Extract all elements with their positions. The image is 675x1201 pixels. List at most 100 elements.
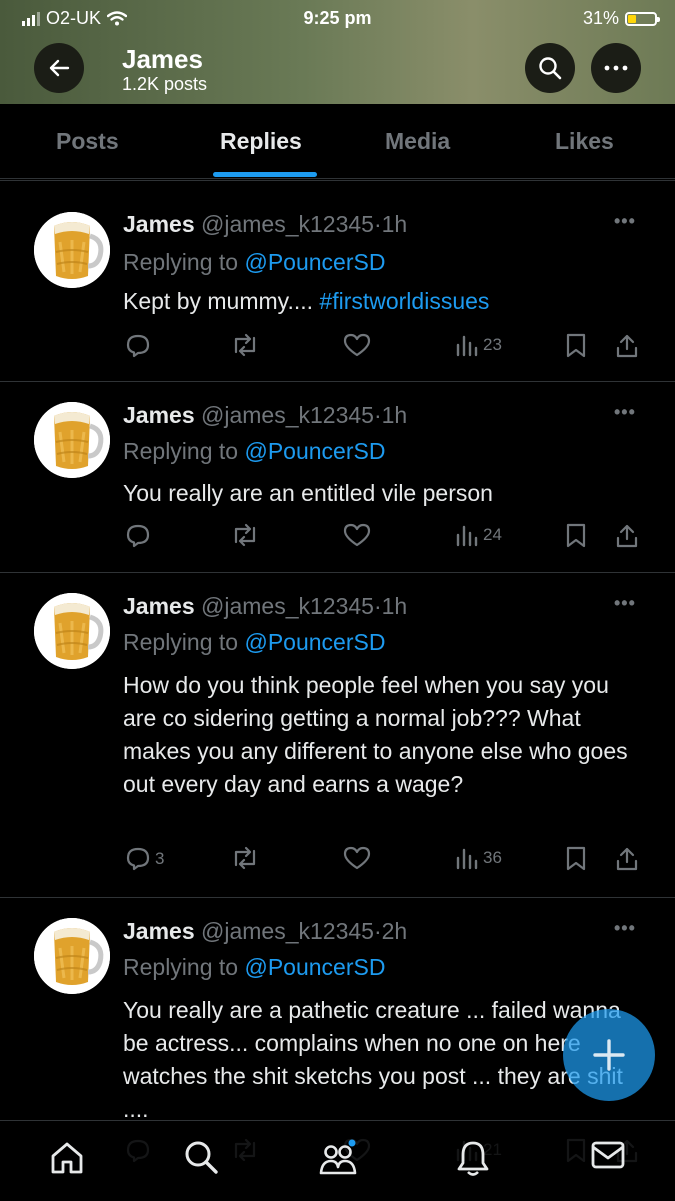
replying-to-mention[interactable]: @PouncerSD — [244, 629, 385, 655]
like-button[interactable] — [343, 333, 371, 357]
author-handle[interactable]: @james_k12345 — [201, 211, 374, 237]
search-button[interactable] — [525, 43, 575, 93]
search-icon — [539, 57, 562, 80]
reply-count: 3 — [155, 849, 165, 868]
repost-button[interactable] — [231, 333, 259, 357]
separator-dot: · — [373, 593, 382, 619]
status-bar: O2-UK 9:25 pm 31% — [0, 6, 675, 32]
reply-button[interactable] — [125, 333, 155, 359]
replying-to-line: Replying to @PouncerSD — [123, 438, 385, 465]
reply-post-2[interactable]: James @james_k12345·1h ••• Replying to @… — [0, 381, 675, 572]
post-actions: 3 36 — [0, 846, 675, 876]
tab-likes[interactable]: Likes — [555, 128, 614, 155]
post-author-line: James @james_k12345·2h — [123, 918, 407, 945]
post-text: How do you think people feel when you sa… — [123, 672, 628, 797]
share-button[interactable] — [615, 523, 639, 549]
author-handle[interactable]: @james_k12345 — [201, 402, 374, 428]
author-name[interactable]: James — [123, 593, 195, 619]
bookmark-button[interactable] — [565, 333, 587, 359]
repost-icon — [231, 333, 259, 357]
replying-to-mention[interactable]: @PouncerSD — [244, 438, 385, 464]
explore-tab[interactable] — [183, 1139, 219, 1180]
post-text: You really are an entitled vile person — [123, 480, 493, 506]
views-count: 23 — [483, 335, 502, 354]
more-icon — [604, 65, 628, 71]
views-button[interactable]: 23 — [455, 333, 502, 357]
compose-plus-icon — [593, 1039, 625, 1071]
notifications-tab[interactable] — [455, 1139, 491, 1182]
separator-dot: · — [373, 211, 382, 237]
like-icon — [343, 523, 371, 547]
separator-dot: · — [373, 402, 382, 428]
profile-tabs: Posts Replies Media Likes — [0, 104, 675, 179]
compose-button[interactable] — [563, 1009, 655, 1101]
reply-post-1[interactable]: James @james_k12345·1h ••• Replying to @… — [0, 180, 675, 381]
notifications-icon — [457, 1141, 489, 1176]
views-count: 36 — [483, 848, 502, 867]
tab-media[interactable]: Media — [385, 128, 450, 155]
post-text: Kept by mummy.... #firstworldissues — [123, 285, 643, 318]
share-button[interactable] — [615, 333, 639, 359]
home-icon — [51, 1142, 83, 1174]
communities-icon — [319, 1139, 357, 1175]
avatar[interactable] — [34, 402, 110, 478]
repost-button[interactable] — [231, 523, 259, 547]
author-name[interactable]: James — [123, 211, 195, 237]
replying-to-mention[interactable]: @PouncerSD — [244, 954, 385, 980]
like-button[interactable] — [343, 523, 371, 547]
like-icon — [343, 333, 371, 357]
repost-button[interactable] — [231, 846, 259, 870]
share-icon — [615, 523, 639, 549]
post-more-icon[interactable]: ••• — [614, 402, 636, 423]
reply-post-3[interactable]: James @james_k12345·1h ••• Replying to @… — [0, 572, 675, 897]
reply-button[interactable] — [125, 523, 155, 549]
communities-tab[interactable] — [318, 1139, 358, 1182]
views-icon — [455, 333, 479, 357]
avatar[interactable] — [34, 593, 110, 669]
bookmark-button[interactable] — [565, 523, 587, 549]
messages-tab[interactable] — [590, 1139, 626, 1176]
replying-to-label: Replying to — [123, 954, 245, 980]
active-tab-indicator — [213, 172, 317, 177]
bookmark-icon — [565, 846, 587, 872]
reply-icon — [125, 846, 151, 872]
battery-percentage: 31% — [582, 8, 619, 28]
repost-icon — [231, 523, 259, 547]
views-button[interactable]: 36 — [455, 846, 502, 870]
clock: 9:25 pm — [303, 8, 372, 28]
author-handle[interactable]: @james_k12345 — [201, 593, 374, 619]
back-button[interactable] — [34, 43, 84, 93]
replying-to-mention[interactable]: @PouncerSD — [244, 249, 385, 275]
profile-name: James — [122, 44, 203, 74]
bookmark-icon — [565, 333, 587, 359]
hashtag-link[interactable]: #firstworldissues — [319, 288, 489, 314]
post-more-icon[interactable]: ••• — [614, 211, 636, 232]
like-button[interactable] — [343, 846, 371, 870]
post-body: Kept by mummy.... — [123, 288, 320, 314]
views-button[interactable]: 24 — [455, 523, 502, 547]
more-button[interactable] — [591, 43, 641, 93]
profile-header-banner: O2-UK 9:25 pm 31% James 1.2K posts — [0, 0, 675, 104]
author-name[interactable]: James — [123, 402, 195, 428]
bookmark-button[interactable] — [565, 846, 587, 872]
post-actions: 23 — [0, 333, 675, 363]
home-tab[interactable] — [48, 1139, 86, 1182]
messages-icon — [591, 1141, 625, 1169]
share-button[interactable] — [615, 846, 639, 872]
author-name[interactable]: James — [123, 918, 195, 944]
reply-button[interactable]: 3 — [125, 846, 164, 872]
post-more-icon[interactable]: ••• — [614, 918, 636, 939]
post-more-icon[interactable]: ••• — [614, 593, 636, 614]
avatar[interactable] — [34, 212, 110, 288]
post-author-line: James @james_k12345·1h — [123, 402, 407, 429]
tab-posts[interactable]: Posts — [56, 128, 119, 155]
reply-icon — [125, 523, 151, 549]
replying-to-label: Replying to — [123, 249, 245, 275]
reply-icon — [125, 333, 151, 359]
avatar[interactable] — [34, 918, 110, 994]
post-count: 1.2K posts — [122, 74, 208, 94]
share-icon — [615, 333, 639, 359]
author-handle[interactable]: @james_k12345 — [201, 918, 374, 944]
bookmark-icon — [565, 523, 587, 549]
tab-replies[interactable]: Replies — [220, 128, 302, 155]
